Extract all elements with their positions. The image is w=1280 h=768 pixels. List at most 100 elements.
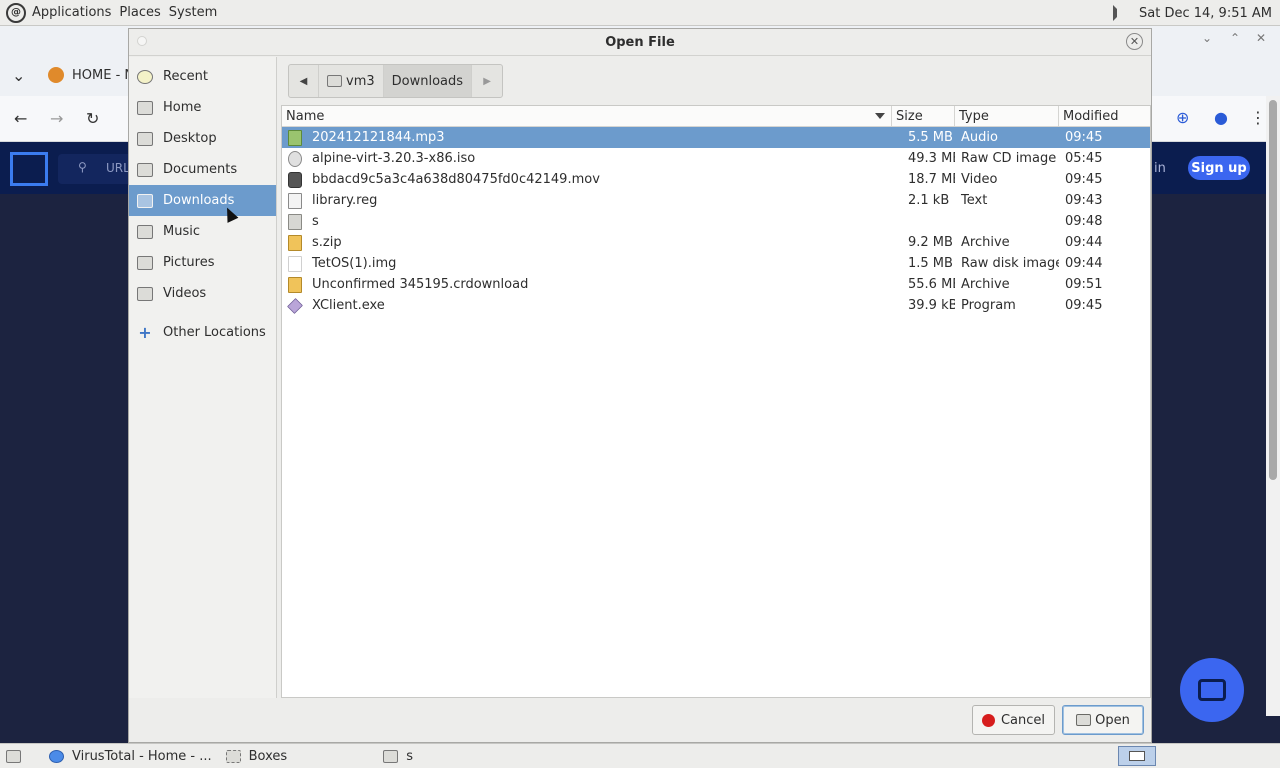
file-row[interactable]: 202412121844.mp3 5.5 MB Audio 09:45 xyxy=(282,127,1150,148)
scrollbar-thumb[interactable] xyxy=(1269,100,1277,480)
sidebar-item-videos[interactable]: Videos xyxy=(129,278,276,309)
file-row[interactable]: bbdacd9c5a3c4a638d80475fd0c42149.mov 18.… xyxy=(282,169,1150,190)
home-folder-icon xyxy=(327,75,342,87)
file-size: 9.2 MB xyxy=(908,235,953,250)
window-close-icon[interactable]: ✕ xyxy=(1256,31,1266,45)
panel-clock[interactable]: Sat Dec 14, 9:51 AM xyxy=(1139,6,1272,21)
file-type: Archive xyxy=(961,277,1010,292)
file-type: Program xyxy=(961,298,1016,313)
file-type: Video xyxy=(961,172,998,187)
cancel-button[interactable]: Cancel xyxy=(972,705,1055,735)
open-file-dialog: Open File ✕ Recent Home Desktop Document… xyxy=(128,28,1152,743)
pictures-folder-icon xyxy=(137,255,153,270)
videos-folder-icon xyxy=(137,286,153,301)
file-modified: 09:43 xyxy=(1065,193,1103,208)
menu-applications[interactable]: Applications xyxy=(32,5,111,20)
taskbar-item-label: VirusTotal - Home - ... xyxy=(72,748,212,764)
file-row[interactable]: Unconfirmed 345195.crdownload 55.6 MB Ar… xyxy=(282,274,1150,295)
virustotal-search-input[interactable]: URL xyxy=(58,154,138,184)
forward-arrow-icon[interactable]: → xyxy=(50,109,63,128)
file-size: 55.6 MB xyxy=(908,277,955,292)
file-row[interactable]: alpine-virt-3.20.3-x86.iso 49.3 MB Raw C… xyxy=(282,148,1150,169)
file-name: alpine-virt-3.20.3-x86.iso xyxy=(312,151,476,166)
sidebar-item-home[interactable]: Home xyxy=(129,92,276,123)
taskbar-item-virustotal[interactable]: VirusTotal - Home - ... xyxy=(43,744,218,768)
sidebar-item-desktop[interactable]: Desktop xyxy=(129,123,276,154)
dialog-title: Open File xyxy=(605,34,675,50)
file-list-header: Name Size Type Modified xyxy=(282,106,1150,127)
sidebar-item-other-locations[interactable]: + Other Locations xyxy=(129,317,276,348)
dialog-close-icon[interactable]: ✕ xyxy=(1126,33,1143,50)
path-segment-downloads[interactable]: Downloads xyxy=(383,65,473,97)
path-scroll-right-button[interactable]: ▶ xyxy=(472,65,502,97)
column-header-size[interactable]: Size xyxy=(892,106,955,127)
sign-up-button[interactable]: Sign up xyxy=(1188,156,1250,180)
chat-button[interactable] xyxy=(1180,658,1244,722)
sidebar-item-downloads[interactable]: Downloads xyxy=(129,185,276,216)
virustotal-logo-icon[interactable] xyxy=(10,152,48,186)
music-folder-icon xyxy=(137,224,153,239)
sidebar-item-music[interactable]: Music xyxy=(129,216,276,247)
file-list[interactable]: Name Size Type Modified 202412121844.mp3… xyxy=(281,105,1151,698)
path-scroll-left-button[interactable]: ◀ xyxy=(289,65,319,97)
show-desktop-button[interactable] xyxy=(0,744,35,768)
maximize-icon[interactable]: ⌃ xyxy=(1230,31,1240,45)
menu-system[interactable]: System xyxy=(169,5,217,20)
file-row[interactable]: XClient.exe 39.9 kB Program 09:45 xyxy=(282,295,1150,316)
download-icon[interactable]: ⊕ xyxy=(1176,108,1189,127)
dialog-menu-icon[interactable] xyxy=(137,36,147,46)
open-button[interactable]: Open xyxy=(1062,705,1144,735)
show-desktop-icon xyxy=(6,749,21,763)
archive-file-icon xyxy=(288,234,302,251)
minimize-icon[interactable]: ⌄ xyxy=(1202,31,1212,45)
file-row[interactable]: library.reg 2.1 kB Text 09:43 xyxy=(282,190,1150,211)
menu-places[interactable]: Places xyxy=(119,5,160,20)
documents-folder-icon xyxy=(137,162,153,177)
profile-icon[interactable]: ● xyxy=(1214,108,1228,127)
column-label: Name xyxy=(286,109,325,124)
archive-file-icon xyxy=(288,276,302,293)
file-size: 1.5 MB xyxy=(908,256,953,271)
sidebar-item-label: Home xyxy=(163,100,202,115)
browser-tab-title[interactable]: HOME - N xyxy=(72,68,134,83)
file-row[interactable]: s 09:48 xyxy=(282,211,1150,232)
sidebar-item-label: Desktop xyxy=(163,131,217,146)
sidebar-item-documents[interactable]: Documents xyxy=(129,154,276,185)
file-chooser-main: ◀ vm3 Downloads ▶ Name Size Type Modifie… xyxy=(281,57,1151,698)
file-type: Audio xyxy=(961,130,998,145)
dialog-titlebar[interactable]: Open File ✕ xyxy=(129,29,1151,56)
column-header-modified[interactable]: Modified xyxy=(1059,106,1150,127)
volume-icon[interactable] xyxy=(1113,5,1129,21)
signin-link[interactable]: in xyxy=(1154,161,1166,176)
text-file-icon xyxy=(288,192,302,209)
distro-logo-icon[interactable]: @ xyxy=(6,2,26,23)
taskbar-item-s[interactable]: s xyxy=(377,744,419,768)
clock-icon xyxy=(137,69,153,84)
column-header-name[interactable]: Name xyxy=(282,106,892,127)
column-header-type[interactable]: Type xyxy=(955,106,1059,127)
file-modified: 09:45 xyxy=(1065,130,1103,145)
cancel-icon xyxy=(981,713,995,727)
browser-menu-icon[interactable]: ⋮ xyxy=(1250,108,1266,127)
file-row[interactable]: TetOS(1).img 1.5 MB Raw disk image 09:44 xyxy=(282,253,1150,274)
sidebar-item-label: Documents xyxy=(163,162,238,177)
chat-bubble-icon xyxy=(1198,679,1226,701)
reload-icon[interactable]: ↻ xyxy=(86,109,99,128)
video-file-icon xyxy=(288,171,302,188)
path-segment-vm3[interactable]: vm3 xyxy=(319,65,384,97)
back-arrow-icon[interactable]: ← xyxy=(14,109,27,128)
sidebar-item-pictures[interactable]: Pictures xyxy=(129,247,276,278)
browser-scrollbar[interactable] xyxy=(1266,96,1280,716)
file-type: Text xyxy=(961,193,988,208)
taskbar-item-boxes[interactable]: Boxes xyxy=(220,744,294,768)
chrome-icon xyxy=(49,749,64,763)
workspace-switcher[interactable] xyxy=(1118,746,1156,766)
file-modified: 09:44 xyxy=(1065,256,1103,271)
tab-list-chevron-icon[interactable]: ⌄ xyxy=(12,66,25,85)
sidebar-item-recent[interactable]: Recent xyxy=(129,61,276,92)
places-sidebar: Recent Home Desktop Documents Downloads … xyxy=(129,57,277,698)
file-name: Unconfirmed 345195.crdownload xyxy=(312,277,529,292)
file-name: 202412121844.mp3 xyxy=(312,130,445,145)
column-label: Modified xyxy=(1063,109,1119,124)
file-row[interactable]: s.zip 9.2 MB Archive 09:44 xyxy=(282,232,1150,253)
